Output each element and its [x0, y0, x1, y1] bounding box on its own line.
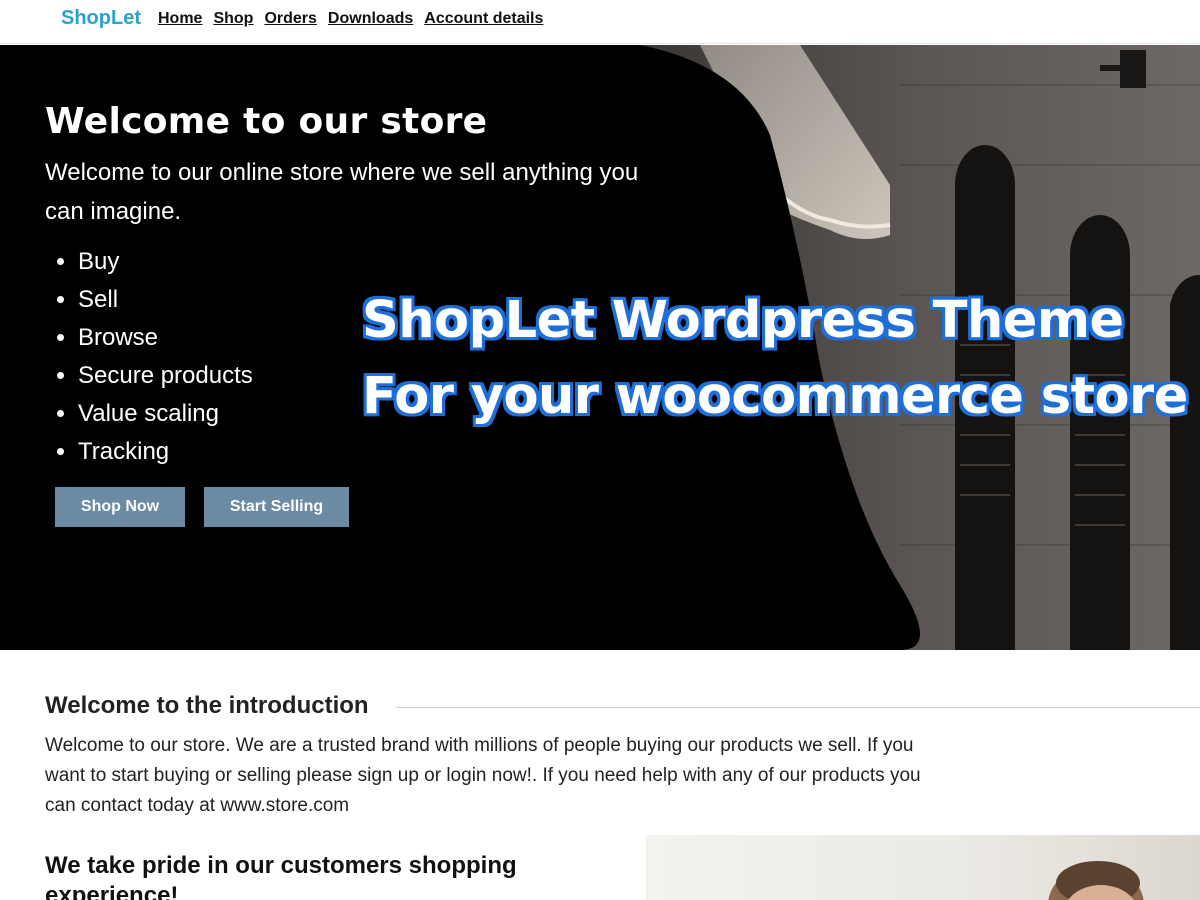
intro-paragraph: Welcome to our store. We are a trusted b… — [45, 735, 921, 816]
nav-link-downloads[interactable]: Downloads — [328, 10, 413, 28]
hero-title: Welcome to our store — [45, 101, 488, 142]
list-item: Buy — [78, 243, 253, 281]
list-item: Browse — [78, 319, 253, 357]
list-item: Sell — [78, 281, 253, 319]
customer-portrait-image — [1048, 861, 1144, 900]
section-divider — [396, 707, 1200, 708]
nav-link-home[interactable]: Home — [158, 10, 202, 28]
pride-heading: We take pride in our customers shopping … — [45, 852, 517, 900]
hero-banner: Welcome to our store Welcome to our onli… — [0, 45, 1200, 650]
intro-heading: Welcome to the introduction — [45, 692, 369, 719]
main-nav: Home Shop Orders Downloads Account detai… — [158, 10, 543, 28]
hero-subtitle: Welcome to our online store where we sel… — [45, 159, 639, 225]
brand-logo[interactable]: ShopLet — [61, 7, 141, 30]
top-navigation-bar: ShopLet Home Shop Orders Downloads Accou… — [0, 0, 1200, 44]
promo-overlay-line-2: For your woocommerce store — [362, 367, 1188, 426]
nav-link-account-details[interactable]: Account details — [424, 10, 543, 28]
nav-link-orders[interactable]: Orders — [264, 10, 316, 28]
start-selling-button[interactable]: Start Selling — [204, 487, 349, 527]
list-item: Value scaling — [78, 395, 253, 433]
promo-overlay-line-1: ShopLet Wordpress Theme — [362, 291, 1124, 350]
list-item: Tracking — [78, 433, 253, 471]
customer-photo — [646, 835, 1200, 900]
nav-link-shop[interactable]: Shop — [213, 10, 253, 28]
list-item: Secure products — [78, 357, 253, 395]
shop-now-button[interactable]: Shop Now — [55, 487, 185, 527]
feature-list: Buy Sell Browse Secure products Value sc… — [78, 243, 253, 471]
